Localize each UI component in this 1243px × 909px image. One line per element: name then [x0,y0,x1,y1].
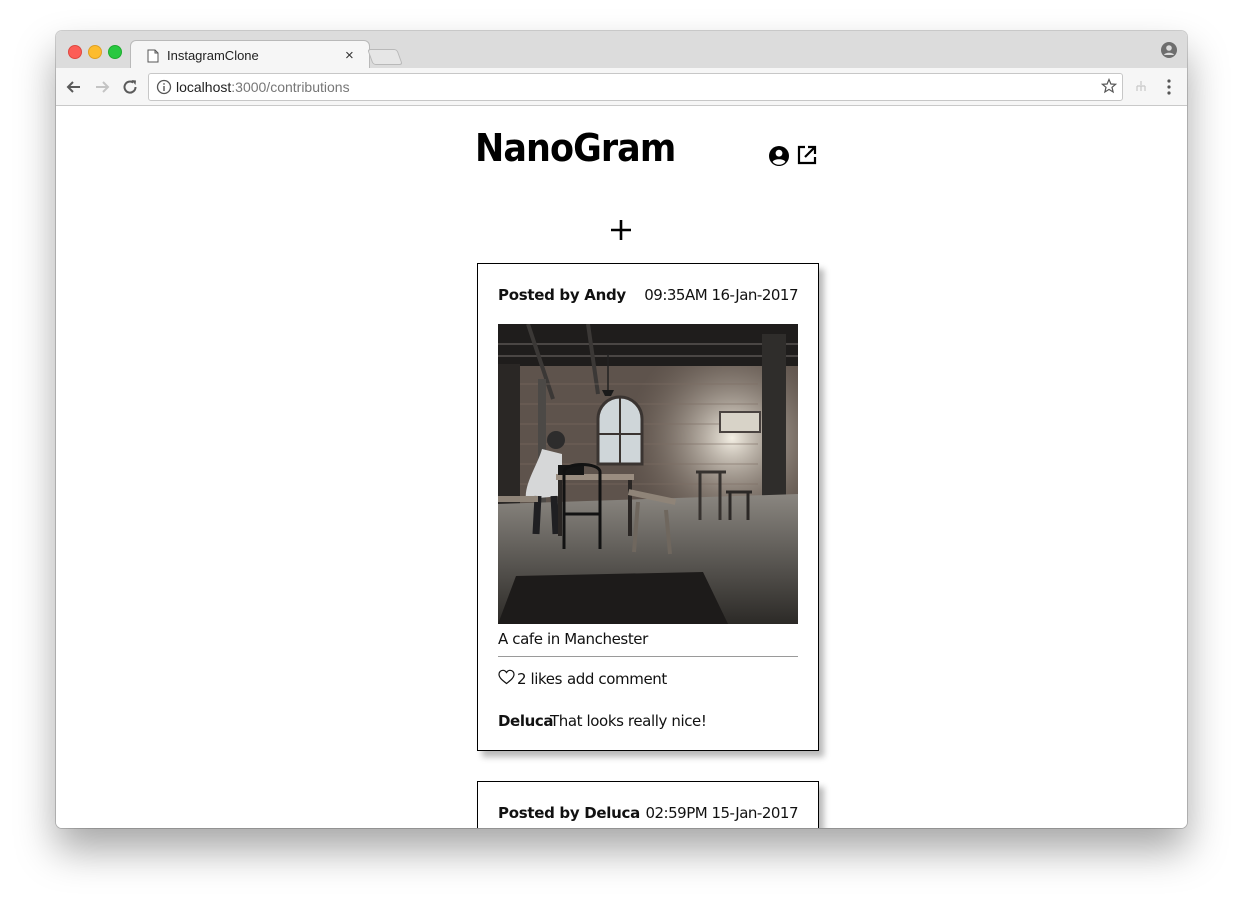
tab-strip: InstagramClone × [56,31,1187,70]
url-host: localhost [176,79,232,95]
address-bar[interactable]: localhost:3000/contributions [148,73,1123,101]
browser-toolbar: localhost:3000/contributions [56,68,1187,106]
bookmark-star-icon[interactable] [1101,78,1117,94]
reload-icon[interactable] [120,77,140,97]
open-in-new-icon[interactable] [797,145,817,165]
page-viewport: NanoGram Posted by Andy 09:35AM 16-Jan-2… [56,106,1187,828]
url-text: localhost:3000/contributions [176,79,350,95]
url-path: :3000/contributions [231,79,350,95]
minimize-window-button[interactable] [88,45,102,59]
new-tab-button[interactable] [367,49,403,65]
account-circle-icon[interactable] [768,145,790,167]
post-caption: A cafe in Manchester [498,630,648,648]
page-icon [147,49,159,63]
post-timestamp: 02:59PM 15-Jan-2017 [645,804,798,822]
back-arrow-icon[interactable] [64,77,84,97]
tab-close-icon[interactable]: × [345,47,354,64]
extension-icon[interactable] [1134,79,1148,93]
site-info-icon[interactable] [156,79,172,95]
post-timestamp: 09:35AM 16-Jan-2017 [644,286,798,304]
browser-menu-icon[interactable] [1163,78,1175,96]
post-author: Posted by Andy [498,286,626,304]
add-comment-link[interactable]: add comment [567,670,667,688]
browser-profile-icon[interactable] [1161,42,1177,58]
post-divider [498,656,798,657]
post-card: Posted by Deluca 02:59PM 15-Jan-2017 [477,781,819,828]
app-logo[interactable]: NanoGram [475,126,676,170]
post-card: Posted by Andy 09:35AM 16-Jan-2017 A caf… [477,263,819,751]
add-post-button[interactable] [609,218,633,242]
comment-text: That looks really nice! [550,712,707,730]
browser-tab-active[interactable]: InstagramClone × [130,40,370,70]
zoom-window-button[interactable] [108,45,122,59]
heart-icon[interactable] [498,669,515,685]
post-photo [498,324,798,624]
browser-window: InstagramClone × localhost:3000/contribu… [56,31,1187,828]
forward-arrow-icon[interactable] [92,77,112,97]
tab-title: InstagramClone [167,48,259,63]
post-author: Posted by Deluca [498,804,640,822]
comment-author: Deluca [498,712,554,730]
close-window-button[interactable] [68,45,82,59]
like-count: 2 likes [517,670,563,688]
